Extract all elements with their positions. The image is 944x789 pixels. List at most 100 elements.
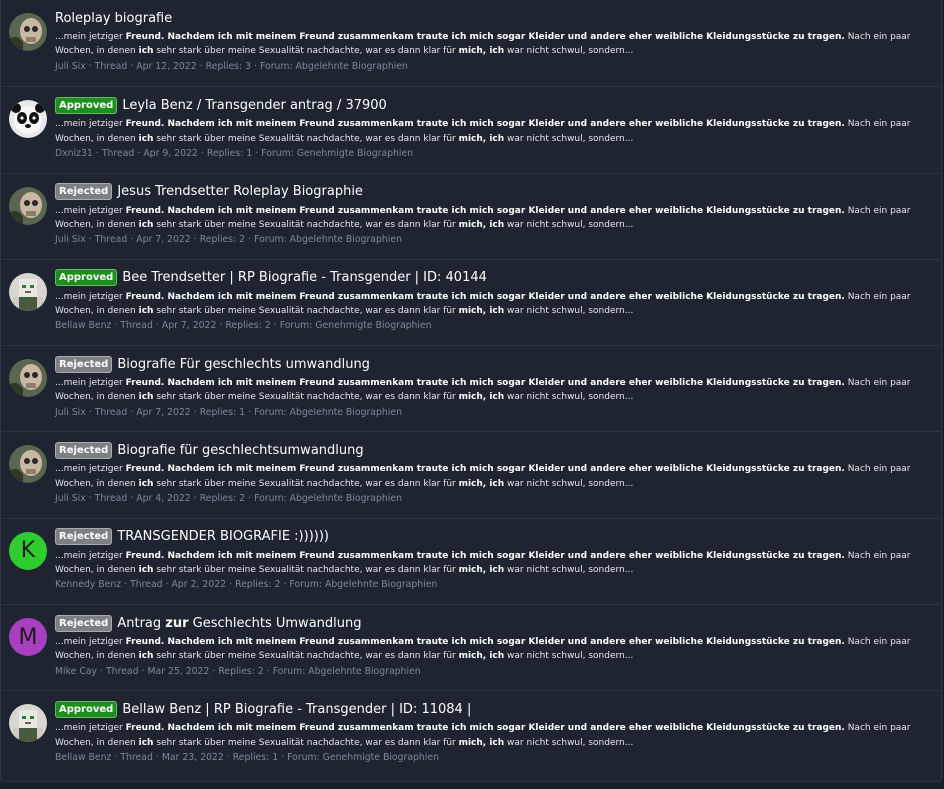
meta-separator: · (137, 147, 141, 159)
meta-separator: · (248, 406, 252, 418)
author-link[interactable]: Bellaw Benz (55, 752, 111, 763)
result-snippet: ...mein jetziger Freund. Nachdem ich mit… (55, 635, 935, 664)
meta-separator: · (130, 406, 134, 418)
author-link[interactable]: Dxniz31 (55, 148, 93, 159)
forum-link[interactable]: Forum: Abgelehnte Biographien (254, 234, 402, 245)
snippet-highlight: mich, ich (458, 46, 505, 57)
snippet-highlight: mich, ich (458, 478, 505, 489)
user-avatar[interactable] (9, 186, 47, 225)
user-avatar[interactable] (9, 359, 47, 398)
author-link[interactable]: Mike Cay (55, 666, 97, 677)
snippet-highlight: mich, ich (458, 651, 505, 662)
snippet-text: ...mein jetziger (55, 119, 126, 130)
search-result-item[interactable]: Roleplay biografie ...mein jetziger Freun… (1, 0, 941, 86)
snippet-text: war nicht schwul, sondern... (504, 46, 634, 57)
snippet-highlight: mich, ich (458, 392, 505, 403)
search-result-item[interactable]: K Rejected TRANSGENDER BIOGRAFIE :))))))..… (1, 517, 941, 604)
status-badge: Rejected (55, 355, 113, 373)
content-type: Thread (101, 147, 135, 159)
content-type: Thread (120, 751, 153, 763)
thread-title-link[interactable]: Bellaw Benz | RP Biografie - Transgender… (122, 702, 471, 717)
thread-title-text: Biografie für geschlechtsumwandlung (117, 442, 364, 458)
forum-link[interactable]: Forum: Abgelehnte Biographien (273, 666, 421, 677)
status-badge: Approved (55, 96, 118, 114)
forum-link[interactable]: Forum: Abgelehnte Biographien (254, 493, 402, 504)
forum-link[interactable]: Forum: Abgelehnte Biographien (254, 407, 402, 418)
forum-link[interactable]: Forum: Genehmigte Biographien (261, 148, 413, 159)
search-result-item[interactable]: Approved Bee Trendsetter | RP Biografie -… (1, 258, 941, 345)
meta-separator: · (124, 579, 128, 591)
meta-separator: · (155, 320, 159, 332)
content-type: Thread (120, 320, 153, 332)
snippet-highlight: Freund. Nachdem ich mit meinem Freund zu… (125, 464, 845, 475)
result-meta: Juli Six · Thread · Apr 4, 2022 · Replies: 2 · F… (55, 493, 931, 504)
post-date: Apr 2, 2022 (171, 579, 227, 591)
author-link[interactable]: Kennedy Benz (55, 579, 121, 590)
meta-separator: · (114, 320, 118, 332)
reply-count: Replies: 3 (205, 60, 252, 72)
meta-separator: · (255, 147, 259, 159)
user-avatar[interactable] (9, 445, 47, 484)
thread-title-text: Jesus Trendsetter Roleplay Biographie (117, 184, 363, 200)
thread-title-text: Bee Trendsetter | RP Biografie - Transge… (122, 270, 487, 286)
thread-title-link[interactable]: Jesus Trendsetter Roleplay Biographie (117, 184, 363, 199)
reply-count: Replies: 1 (199, 406, 246, 418)
forum-link[interactable]: Forum: Genehmigte Biographien (287, 752, 439, 763)
snippet-highlight: ich (138, 565, 154, 576)
user-avatar[interactable]: M (9, 618, 47, 657)
thread-title-link[interactable]: Biografie für geschlechtsumwandlung (117, 443, 363, 458)
meta-separator: · (95, 147, 99, 159)
search-result-item[interactable]: Rejected Biografie Für geschlechts umwand… (1, 345, 941, 431)
user-avatar[interactable] (9, 704, 47, 743)
snippet-text: war nicht schwul, sondern... (504, 478, 634, 489)
snippet-text: sehr stark über meine Sexualität nachdac… (153, 46, 459, 57)
search-result-item[interactable]: Approved Leyla Benz / Transgender antrag … (1, 86, 941, 172)
snippet-highlight: ich (138, 392, 154, 403)
author-link[interactable]: Juli Six (55, 61, 86, 72)
meta-separator: · (165, 579, 169, 591)
meta-separator: · (273, 320, 277, 332)
snippet-text: sehr stark über meine Sexualität nachdac… (153, 392, 459, 403)
forum-link[interactable]: Forum: Genehmigte Biographien (280, 320, 432, 331)
meta-separator: · (193, 234, 197, 246)
meta-separator: · (88, 406, 92, 418)
author-link[interactable]: Bellaw Benz (55, 320, 111, 331)
reply-count: Replies: 2 (235, 579, 281, 591)
reply-count: Replies: 2 (225, 320, 271, 332)
thread-title-link[interactable]: Bee Trendsetter | RP Biografie - Transge… (122, 270, 487, 285)
author-link[interactable]: Juli Six (55, 493, 86, 504)
thread-title-link[interactable]: Biografie Für geschlechts umwandlung (117, 357, 370, 372)
search-result-item[interactable]: Rejected Jesus Trendsetter Roleplay Biogr… (1, 172, 941, 259)
content-type: Thread (94, 493, 128, 505)
thread-title-link[interactable]: Antrag zur Geschlechts Umwandlung (117, 616, 361, 631)
search-result-item[interactable]: Rejected Biografie für geschlechtsumwandl… (1, 431, 941, 517)
forum-link[interactable]: Forum: Abgelehnte Biographien (289, 579, 437, 590)
snippet-text: sehr stark über meine Sexualität nachdac… (153, 306, 459, 317)
thread-title-link[interactable]: Leyla Benz / Transgender antrag / 37900 (122, 98, 386, 113)
meta-separator: · (229, 579, 233, 591)
reply-count: Replies: 1 (232, 751, 279, 763)
thread-title-link[interactable]: Roleplay biografie (55, 11, 172, 26)
snippet-text: sehr stark über meine Sexualität nachdac… (153, 565, 459, 576)
user-avatar[interactable]: K (9, 531, 47, 570)
user-avatar[interactable] (9, 13, 47, 51)
post-date: Mar 23, 2022 (161, 751, 224, 763)
forum-link[interactable]: Forum: Abgelehnte Biographien (260, 61, 408, 72)
snippet-text: war nicht schwul, sondern... (504, 737, 634, 748)
search-result-item[interactable]: M Rejected Antrag zur Geschlechts Umwandlu… (1, 604, 941, 690)
snippet-text: ...mein jetziger (55, 550, 126, 561)
user-avatar[interactable] (9, 272, 47, 311)
status-badge: Rejected (55, 614, 113, 632)
author-link[interactable]: Juli Six (55, 407, 86, 418)
snippet-text: sehr stark über meine Sexualität nachdac… (153, 219, 459, 230)
snippet-highlight: ich (138, 478, 154, 489)
content-type: Thread (130, 579, 163, 591)
result-title-row: Rejected Biografie für geschlechtsumwandl… (55, 441, 931, 459)
status-badge: Approved (55, 269, 118, 287)
user-avatar[interactable] (9, 100, 47, 139)
result-snippet: ...mein jetziger Freund. Nachdem ich mit… (55, 462, 935, 491)
author-link[interactable]: Juli Six (55, 234, 86, 245)
thread-title-link[interactable]: TRANSGENDER BIOGRAFIE :)))))) (117, 529, 329, 544)
search-result-item[interactable]: Approved Bellaw Benz | RP Biografie - Tra… (1, 690, 941, 776)
snippet-text: sehr stark über meine Sexualität nachdac… (153, 133, 459, 144)
